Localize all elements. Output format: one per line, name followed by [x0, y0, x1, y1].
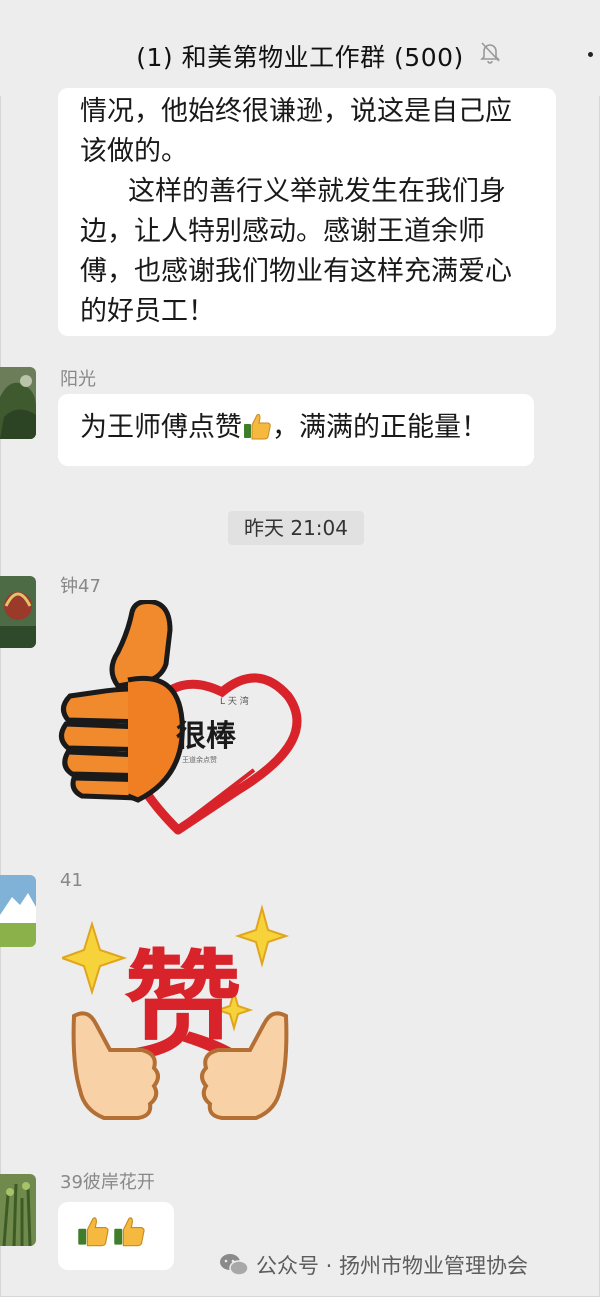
- timestamp: 昨天 21:04: [228, 511, 364, 545]
- watermark-text: 公众号 · 扬州市物业管理协会: [256, 1254, 529, 1278]
- message-text-before: 为王师傅点赞: [80, 412, 242, 443]
- chat-title[interactable]: (1) 和美第物业工作群 (500): [0, 38, 600, 74]
- sender-name: 钟47: [60, 576, 101, 597]
- more-dots-icon[interactable]: [588, 52, 593, 57]
- thumbs-up-icon: [59, 600, 185, 803]
- avatar-41[interactable]: [0, 875, 36, 947]
- message-paragraph-2: 这样的善行义举就发生在我们身边，让人特别感动。感谢王道余师傅，也感谢我们物业有这…: [80, 176, 512, 327]
- thumbs-up-icon: [242, 411, 272, 441]
- chat-header: (1) 和美第物业工作群 (500): [0, 0, 600, 96]
- sticker-henbang[interactable]: L 天 湾 很棒 王道余点赞: [58, 600, 302, 840]
- thumbs-up-icon: [76, 1214, 109, 1247]
- avatar-zhong47[interactable]: [0, 576, 36, 648]
- sticker-logo-text: L 天 湾: [220, 695, 249, 707]
- sticker-text: 很棒: [176, 719, 237, 754]
- bell-muted-icon: [478, 40, 502, 68]
- sender-name: 41: [60, 870, 83, 891]
- thumbs-up-icon: [112, 1214, 145, 1247]
- sticker-caption: 王道余点赞: [182, 755, 217, 764]
- message-bubble-yangguang[interactable]: 为王师傅点赞 ，满满的正能量！: [58, 394, 534, 466]
- wechat-icon: [219, 1252, 249, 1282]
- message-bubble-article[interactable]: 情况，他始终很谦逊，说这是自己应该做的。 这样的善行义举就发生在我们身边，让人特…: [58, 88, 556, 336]
- message-text-after: ，满满的正能量！: [272, 412, 488, 443]
- sticker-zan[interactable]: 赞: [62, 900, 298, 1130]
- message-bubble-emoji[interactable]: [58, 1202, 174, 1270]
- avatar-yangguang[interactable]: [0, 367, 36, 439]
- avatar-39bianhuakai[interactable]: [0, 1174, 36, 1246]
- sender-name: 39彼岸花开: [60, 1172, 155, 1193]
- message-paragraph-1: 情况，他始终很谦逊，说这是自己应该做的。: [80, 96, 512, 167]
- sender-name: 阳光: [60, 369, 96, 390]
